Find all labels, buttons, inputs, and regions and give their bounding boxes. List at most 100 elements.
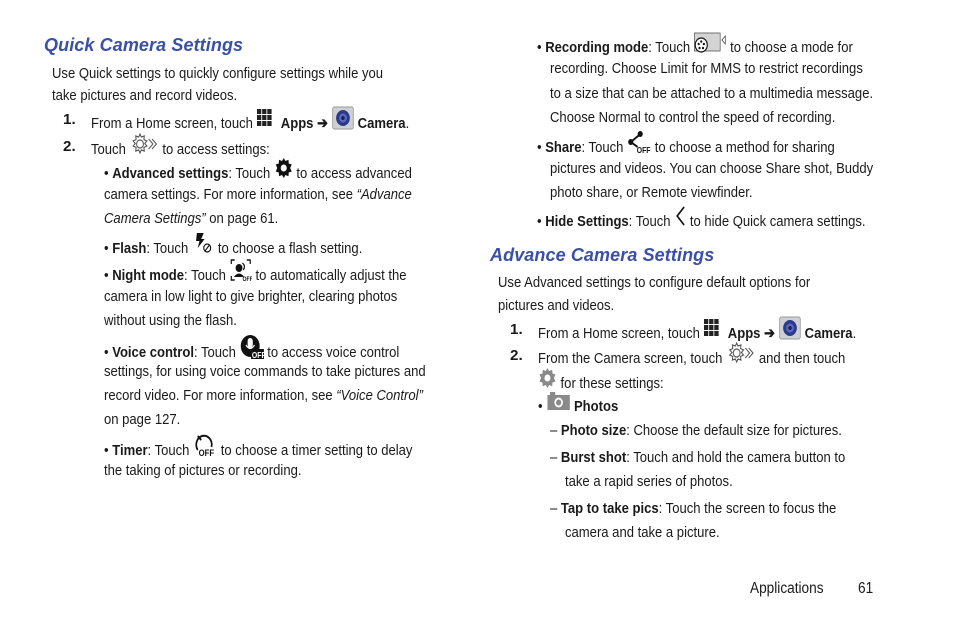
bullet-title: Flash — [112, 240, 147, 258]
bullet-text: to choose a method for sharing — [651, 139, 835, 157]
step-text: From a Home screen, touch — [538, 325, 704, 343]
apps-label: Apps — [280, 115, 314, 133]
bullet-text: to access advanced — [292, 165, 412, 183]
step-text: and then touch — [755, 350, 846, 368]
bullet-text: : Touch — [228, 165, 274, 183]
arrow: ➔ — [760, 325, 779, 343]
timer-line-2: the taking of pictures or recording. — [104, 462, 302, 479]
svg-text:OFF: OFF — [242, 277, 251, 282]
subitem-photo-size: – Photo size: Choose the default size fo… — [550, 419, 842, 443]
photos-label: Photos — [573, 398, 619, 416]
right-intro-line-1: Use Advanced settings to configure defau… — [498, 274, 811, 291]
subitem-text: : Choose the default size for pictures. — [626, 422, 842, 439]
bullet-hide-settings: • Hide Settings: Touch to hide Quick cam… — [537, 205, 866, 237]
share-line-2: pictures and videos. You can choose Shar… — [550, 160, 874, 177]
bullet-dot: • — [537, 139, 542, 157]
left-intro-line-2: take pictures and record videos. — [52, 87, 238, 104]
bullet-text: : Touch — [628, 213, 675, 231]
dash: – — [550, 500, 558, 517]
camera-label: Camera — [804, 325, 853, 343]
bullet-title: Share — [545, 139, 582, 157]
manual-page: Quick Camera Settings Use Quick settings… — [0, 0, 954, 636]
bullet-text: to choose a timer setting to delay — [217, 442, 413, 460]
bullet-title: Recording mode — [545, 39, 649, 57]
bullet-title: Timer — [112, 442, 148, 460]
apps-grid-icon — [704, 318, 725, 346]
subitem-text: : Touch the screen to focus the — [658, 500, 837, 517]
tap-line-2: camera and take a picture. — [565, 524, 720, 541]
svg-text:OFF: OFF — [198, 447, 213, 457]
bullet-title: Advanced settings — [112, 165, 229, 183]
share-line-3: photo share, or Remote viewfinder. — [550, 184, 753, 201]
camera-photo-icon — [546, 391, 570, 419]
bullet-text: camera settings. For more information, s… — [104, 186, 357, 203]
left-step-2-number: 2. — [63, 138, 76, 155]
bullet-title: Voice control — [112, 344, 194, 362]
bullet-text: : Touch — [184, 267, 230, 285]
burst-line-2: take a rapid series of photos. — [565, 473, 733, 490]
page-number: 61 — [858, 580, 874, 597]
bullet-text: : Touch — [147, 442, 194, 460]
arrow: ➔ — [313, 115, 332, 133]
cross-reference-link[interactable]: Camera Settings” — [104, 210, 206, 227]
photos-category: • Photos — [538, 391, 619, 421]
left-intro-line-1: Use Quick settings to quickly configure … — [52, 65, 384, 82]
camera-app-icon — [332, 106, 354, 138]
bullet-title: Hide Settings — [545, 213, 629, 231]
subitem-tap-to-take-pics: – Tap to take pics: Touch the screen to … — [550, 497, 836, 521]
apps-grid-icon — [257, 108, 278, 136]
bullet-dot: • — [538, 398, 543, 416]
svg-text:OFF: OFF — [252, 350, 264, 360]
subitem-title: Photo size — [560, 422, 627, 439]
quick-camera-settings-heading: Quick Camera Settings — [44, 35, 244, 55]
night-line-3: without using the flash. — [104, 312, 237, 329]
step-text: to access settings: — [158, 141, 270, 159]
bullet-text: record video. For more information, see — [104, 387, 337, 404]
step-text: Touch — [91, 141, 130, 159]
step-text: for these settings: — [556, 375, 664, 393]
bullet-dot: • — [537, 39, 542, 57]
recording-line-3: to a size that can be attached to a mult… — [550, 85, 874, 102]
voice-line-2: settings, for using voice commands to ta… — [104, 363, 426, 380]
advanced-line-2: camera settings. For more information, s… — [104, 183, 412, 207]
recording-line-4: Choose Normal to control the speed of re… — [550, 109, 836, 126]
bullet-dot: • — [537, 213, 542, 231]
bullet-text: : Touch — [581, 139, 628, 157]
step-text: From a Home screen, touch — [91, 115, 257, 133]
svg-text:OFF: OFF — [637, 145, 651, 154]
bullet-text: : Touch — [193, 344, 240, 362]
voice-line-3: record video. For more information, see … — [104, 384, 423, 408]
bullet-text: to choose a mode for — [726, 39, 853, 57]
flash-off-icon — [192, 232, 214, 262]
right-step-2-number: 2. — [510, 347, 523, 364]
right-step-1-number: 1. — [510, 321, 523, 338]
period: . — [405, 115, 410, 133]
chevron-left-icon — [674, 205, 686, 235]
subitem-title: Burst shot — [560, 449, 627, 466]
apps-label: Apps — [727, 325, 761, 343]
right-intro-line-2: pictures and videos. — [498, 297, 615, 314]
dash: – — [550, 422, 558, 439]
step-text: From the Camera screen, touch — [538, 350, 727, 368]
voice-line-4: on page 127. — [104, 411, 181, 428]
bullet-text: : Touch — [146, 240, 192, 258]
advance-camera-settings-heading: Advance Camera Settings — [490, 245, 715, 265]
camera-label: Camera — [357, 115, 406, 133]
dash: – — [550, 449, 558, 466]
footer-section: Applications — [750, 580, 824, 597]
subitem-title: Tap to take pics — [560, 500, 659, 517]
quick-settings-gear-icon — [726, 341, 755, 372]
bullet-text: to automatically adjust the — [251, 267, 407, 285]
bullet-title: Night mode — [112, 267, 185, 285]
subitem-burst-shot: – Burst shot: Touch and hold the camera … — [550, 446, 845, 470]
subitem-text: : Touch and hold the camera button to — [626, 449, 846, 466]
bullet-text: on page 61. — [205, 210, 279, 227]
advanced-line-3: Camera Settings” on page 61. — [104, 207, 278, 231]
bullet-text: to hide Quick camera settings. — [686, 213, 866, 231]
cross-reference-link[interactable]: “Voice Control” — [336, 387, 423, 404]
recording-line-2: recording. Choose Limit for MMS to restr… — [550, 60, 863, 77]
bullet-text: to choose a flash setting. — [214, 240, 363, 258]
period: . — [852, 325, 857, 343]
cross-reference-link[interactable]: “Advance — [357, 186, 412, 203]
bullet-text: to access voice control — [263, 344, 400, 362]
